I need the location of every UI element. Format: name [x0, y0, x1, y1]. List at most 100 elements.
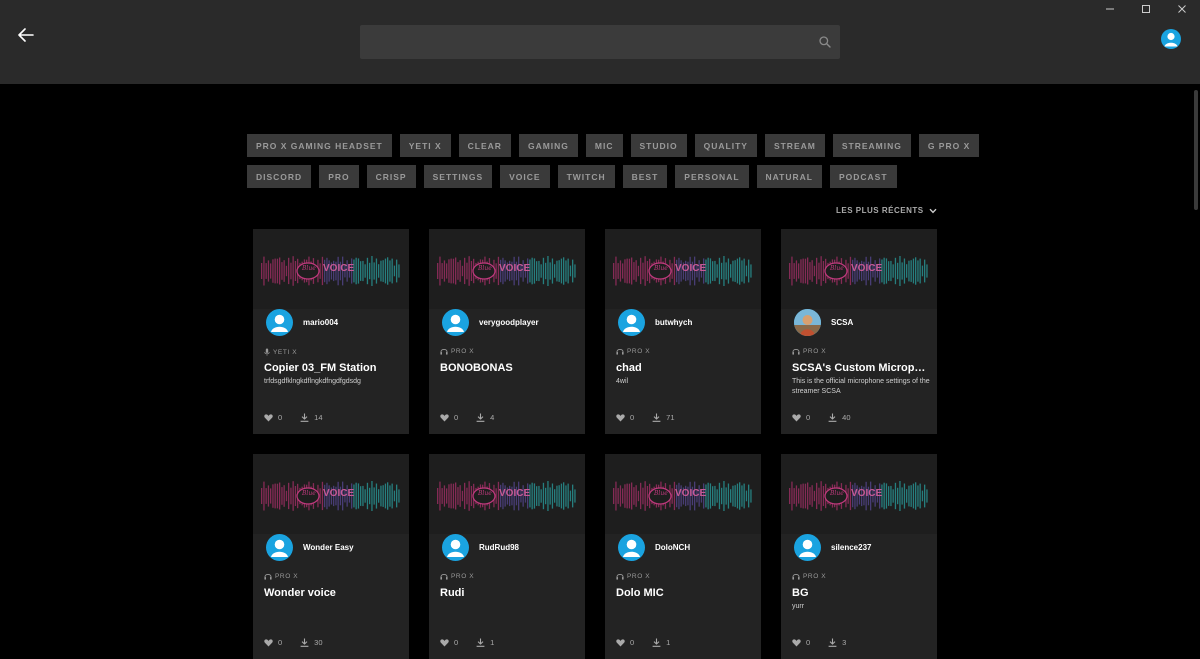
device-label: PRO X	[792, 348, 826, 355]
download-button[interactable]: 3	[828, 638, 846, 647]
preset-card[interactable]: Blue VOICE mario004 YETI X Copier 03_FM Stat…	[253, 229, 409, 434]
preset-stats: 01	[616, 638, 670, 647]
download-count: 3	[842, 638, 847, 647]
tag-chip[interactable]: CRISP	[366, 165, 416, 188]
device-label: PRO X	[616, 573, 650, 580]
author[interactable]: RudRud98	[442, 534, 519, 561]
author[interactable]: verygoodplayer	[442, 309, 539, 336]
preset-card[interactable]: Blue VOICE verygoodplayer PRO X BONOBONAS 0 4	[429, 229, 585, 434]
heart-icon	[440, 638, 449, 646]
tag-chip[interactable]: VOICE	[500, 165, 550, 188]
like-button[interactable]: 0	[616, 638, 634, 647]
download-count: 14	[314, 413, 323, 422]
preset-card[interactable]: Blue VOICE silence237 PRO X BG yurr 0 3	[781, 454, 937, 659]
author[interactable]: Wonder Easy	[266, 534, 354, 561]
download-count: 4	[490, 413, 495, 422]
preset-description: trfdsgdfklngkdflngkdfngdfgdsdg	[264, 378, 361, 385]
back-button[interactable]	[14, 24, 38, 46]
like-button[interactable]: 0	[264, 413, 282, 422]
like-count: 0	[278, 413, 283, 422]
like-button[interactable]: 0	[264, 638, 282, 647]
tag-chip[interactable]: G PRO X	[918, 134, 980, 157]
heart-icon	[616, 413, 625, 421]
preset-banner: Blue VOICE	[781, 229, 937, 309]
banner-brand: Blue	[654, 265, 668, 272]
author-name: mario004	[303, 318, 339, 327]
author[interactable]: mario004	[266, 309, 338, 336]
scrollbar-thumb[interactable]	[1194, 90, 1198, 210]
like-count: 0	[278, 638, 283, 647]
close-button[interactable]	[1164, 0, 1200, 18]
download-button[interactable]: 30	[300, 638, 323, 647]
avatar	[442, 534, 469, 561]
device-label: PRO X	[440, 348, 474, 355]
banner-word: VOICE	[675, 488, 707, 499]
preset-card[interactable]: Blue VOICE Wonder Easy PRO X Wonder voice 0 30	[253, 454, 409, 659]
preset-card[interactable]: Blue VOICE butwhych PRO X chad 4wil 0 71	[605, 229, 761, 434]
tag-chip[interactable]: NATURAL	[756, 165, 822, 188]
download-count: 71	[666, 413, 675, 422]
like-count: 0	[630, 638, 635, 647]
download-button[interactable]: 1	[652, 638, 670, 647]
author[interactable]: butwhych	[618, 309, 692, 336]
user-account-button[interactable]	[1161, 29, 1181, 49]
device-name: PRO X	[275, 573, 299, 580]
maximize-icon	[1142, 5, 1150, 13]
like-button[interactable]: 0	[792, 413, 810, 422]
headset-icon	[792, 348, 800, 355]
preset-stats: 04	[440, 413, 494, 422]
preset-stats: 0 30	[264, 638, 323, 647]
tag-chip[interactable]: STUDIO	[630, 134, 687, 157]
maximize-button[interactable]	[1128, 0, 1164, 18]
tag-chip[interactable]: STREAMING	[832, 134, 911, 157]
tag-row: DISCORD PRO CRISP SETTINGS VOICE TWITCH BEST PE…	[247, 165, 927, 188]
profile-photo	[794, 309, 821, 336]
tag-chip[interactable]: CLEAR	[458, 134, 511, 157]
tag-chip[interactable]: SETTINGS	[423, 165, 493, 188]
user-icon	[799, 539, 816, 557]
user-icon	[447, 314, 464, 332]
tag-chip[interactable]: YETI X	[399, 134, 451, 157]
preset-card[interactable]: Blue VOICE SCSA PRO X SCSA's Custom Micropho…	[781, 229, 937, 434]
like-button[interactable]: 0	[792, 638, 810, 647]
tag-chip[interactable]: PERSONAL	[675, 165, 749, 188]
tag-chip[interactable]: PODCAST	[829, 165, 897, 188]
author-name: butwhych	[655, 318, 693, 327]
tag-chip[interactable]: STREAM	[764, 134, 825, 157]
like-button[interactable]: 0	[440, 413, 458, 422]
search-input[interactable]	[360, 25, 800, 59]
author-name: SCSA	[831, 318, 854, 327]
like-button[interactable]: 0	[440, 638, 458, 647]
search-icon[interactable]	[818, 35, 832, 49]
download-button[interactable]: 71	[652, 413, 675, 422]
tag-chip[interactable]: QUALITY	[694, 134, 757, 157]
tag-chip[interactable]: TWITCH	[557, 165, 615, 188]
preset-title: chad	[616, 362, 642, 374]
download-button[interactable]: 1	[476, 638, 494, 647]
author[interactable]: silence237	[794, 534, 871, 561]
preset-card[interactable]: Blue VOICE DoloNCH PRO X Dolo MIC 0 1	[605, 454, 761, 659]
tag-chip[interactable]: BEST	[622, 165, 668, 188]
preset-title: Copier 03_FM Station	[264, 362, 377, 374]
minimize-button[interactable]	[1092, 0, 1128, 18]
tag-chip[interactable]: PRO X GAMING HEADSET	[247, 134, 392, 157]
download-button[interactable]: 40	[828, 413, 851, 422]
download-button[interactable]: 14	[300, 413, 323, 422]
preset-grid: Blue VOICE mario004 YETI X Copier 03_FM Stat…	[253, 229, 943, 659]
device-name: YETI X	[273, 348, 298, 356]
preset-card[interactable]: Blue VOICE RudRud98 PRO X Rudi 0 1	[429, 454, 585, 659]
tag-chip[interactable]: PRO	[319, 165, 359, 188]
author[interactable]: SCSA	[794, 309, 853, 336]
author[interactable]: DoloNCH	[618, 534, 690, 561]
preset-banner: Blue VOICE	[253, 454, 409, 534]
banner-brand: Blue	[478, 265, 492, 272]
preset-banner: Blue VOICE	[429, 229, 585, 309]
like-button[interactable]: 0	[616, 413, 634, 422]
download-icon	[828, 638, 837, 647]
download-count: 30	[314, 638, 323, 647]
download-button[interactable]: 4	[476, 413, 494, 422]
tag-chip[interactable]: GAMING	[518, 134, 578, 157]
tag-chip[interactable]: DISCORD	[247, 165, 312, 188]
tag-chip[interactable]: MIC	[585, 134, 623, 157]
sort-dropdown[interactable]: LES PLUS RÉCENTS	[836, 206, 937, 215]
